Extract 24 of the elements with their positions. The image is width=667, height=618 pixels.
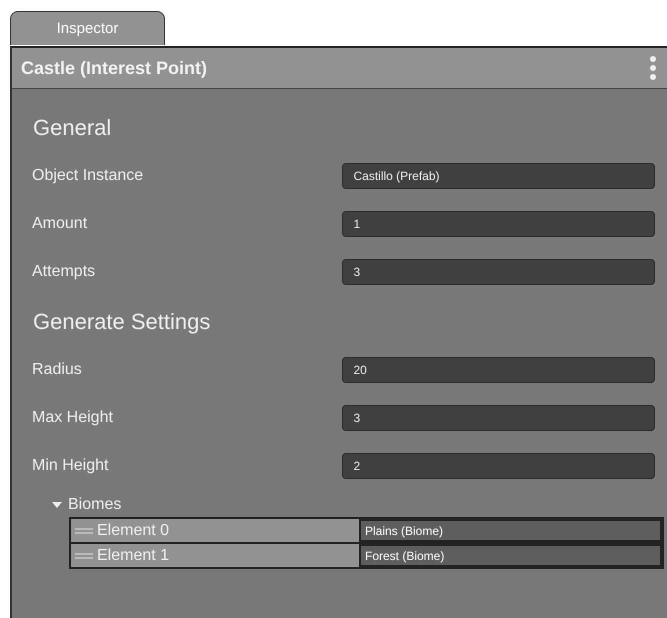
element-label: Element 0 — [97, 522, 170, 540]
field-label: Attempts — [32, 263, 96, 281]
input-field[interactable]: Forest (Biome) — [359, 544, 662, 567]
foldout-label[interactable]: Biomes — [68, 496, 122, 514]
more-options-icon[interactable] — [648, 54, 658, 82]
input-field[interactable]: Castillo (Prefab) — [342, 163, 655, 189]
input-field[interactable]: 3 — [342, 405, 655, 431]
drag-handle-icon[interactable] — [75, 552, 93, 558]
expand-arrow-icon[interactable] — [52, 502, 62, 508]
drag-handle-icon[interactable] — [75, 528, 93, 534]
field-label: Radius — [32, 361, 83, 379]
field-label: Max Height — [32, 409, 114, 427]
input-field[interactable]: Plains (Biome) — [359, 519, 662, 542]
section-heading: General — [33, 114, 112, 142]
section-heading: Generate Settings — [33, 308, 212, 336]
input-field[interactable]: 2 — [342, 453, 655, 479]
field-label: Min Height — [32, 457, 110, 475]
field-label: Object Instance — [32, 167, 144, 185]
input-field[interactable]: 3 — [342, 259, 655, 285]
input-field[interactable]: 20 — [342, 357, 655, 383]
field-label: Amount — [32, 215, 88, 233]
component-title: Castle (Interest Point) — [21, 58, 208, 78]
element-label: Element 1 — [97, 546, 170, 564]
input-field[interactable]: 1 — [342, 211, 655, 237]
